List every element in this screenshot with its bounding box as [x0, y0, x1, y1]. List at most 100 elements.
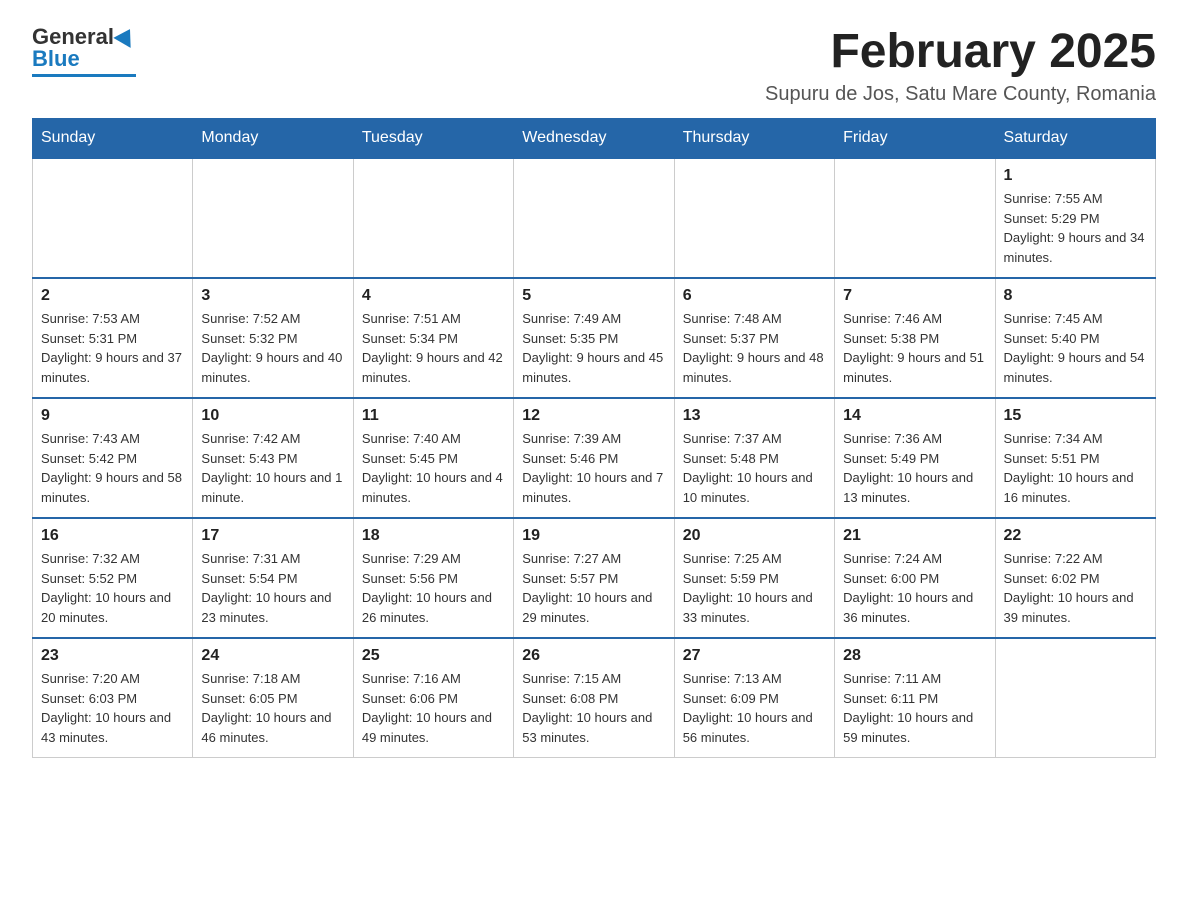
day-info-20: Sunrise: 7:25 AMSunset: 5:59 PMDaylight:…	[683, 549, 826, 627]
table-row: 17 Sunrise: 7:31 AMSunset: 5:54 PMDayligh…	[193, 518, 353, 638]
table-row: 23 Sunrise: 7:20 AMSunset: 6:03 PMDayligh…	[33, 638, 193, 758]
day-info-24: Sunrise: 7:18 AMSunset: 6:05 PMDaylight:…	[201, 669, 344, 747]
header-monday: Monday	[193, 119, 353, 159]
day-info-12: Sunrise: 7:39 AMSunset: 5:46 PMDaylight:…	[522, 429, 665, 507]
day-info-4: Sunrise: 7:51 AMSunset: 5:34 PMDaylight:…	[362, 309, 505, 387]
page-header: General Blue February 2025 Supuru de Jos…	[32, 24, 1156, 106]
weekday-header-row: Sunday Monday Tuesday Wednesday Thursday…	[33, 119, 1156, 159]
day-number-28: 28	[843, 647, 986, 665]
day-number-18: 18	[362, 527, 505, 545]
day-info-5: Sunrise: 7:49 AMSunset: 5:35 PMDaylight:…	[522, 309, 665, 387]
day-info-11: Sunrise: 7:40 AMSunset: 5:45 PMDaylight:…	[362, 429, 505, 507]
header-sunday: Sunday	[33, 119, 193, 159]
day-info-23: Sunrise: 7:20 AMSunset: 6:03 PMDaylight:…	[41, 669, 184, 747]
day-info-6: Sunrise: 7:48 AMSunset: 5:37 PMDaylight:…	[683, 309, 826, 387]
day-info-16: Sunrise: 7:32 AMSunset: 5:52 PMDaylight:…	[41, 549, 184, 627]
table-row	[674, 158, 834, 278]
day-number-25: 25	[362, 647, 505, 665]
day-info-8: Sunrise: 7:45 AMSunset: 5:40 PMDaylight:…	[1004, 309, 1147, 387]
table-row: 9Sunrise: 7:43 AMSunset: 5:42 PMDaylight…	[33, 398, 193, 518]
day-info-17: Sunrise: 7:31 AMSunset: 5:54 PMDaylight:…	[201, 549, 344, 627]
day-number-19: 19	[522, 527, 665, 545]
day-info-25: Sunrise: 7:16 AMSunset: 6:06 PMDaylight:…	[362, 669, 505, 747]
table-row: 26 Sunrise: 7:15 AMSunset: 6:08 PMDayligh…	[514, 638, 674, 758]
table-row	[33, 158, 193, 278]
day-info-22: Sunrise: 7:22 AMSunset: 6:02 PMDaylight:…	[1004, 549, 1147, 627]
table-row: 16 Sunrise: 7:32 AMSunset: 5:52 PMDayligh…	[33, 518, 193, 638]
table-row: 15 Sunrise: 7:34 AMSunset: 5:51 PMDayligh…	[995, 398, 1155, 518]
table-row: 11 Sunrise: 7:40 AMSunset: 5:45 PMDayligh…	[353, 398, 513, 518]
day-info-19: Sunrise: 7:27 AMSunset: 5:57 PMDaylight:…	[522, 549, 665, 627]
table-row	[353, 158, 513, 278]
day-number-15: 15	[1004, 407, 1147, 425]
day-number-2: 2	[41, 287, 184, 305]
table-row: 24 Sunrise: 7:18 AMSunset: 6:05 PMDayligh…	[193, 638, 353, 758]
day-info-18: Sunrise: 7:29 AMSunset: 5:56 PMDaylight:…	[362, 549, 505, 627]
table-row: 19 Sunrise: 7:27 AMSunset: 5:57 PMDayligh…	[514, 518, 674, 638]
day-number-10: 10	[201, 407, 344, 425]
month-title: February 2025	[765, 24, 1156, 79]
header-tuesday: Tuesday	[353, 119, 513, 159]
day-info-10: Sunrise: 7:42 AMSunset: 5:43 PMDaylight:…	[201, 429, 344, 507]
table-row	[995, 638, 1155, 758]
day-info-1: Sunrise: 7:55 AMSunset: 5:29 PMDaylight:…	[1004, 189, 1147, 267]
table-row: 3 Sunrise: 7:52 AMSunset: 5:32 PMDaylight…	[193, 278, 353, 398]
day-info-15: Sunrise: 7:34 AMSunset: 5:51 PMDaylight:…	[1004, 429, 1147, 507]
day-number-26: 26	[522, 647, 665, 665]
day-number-20: 20	[683, 527, 826, 545]
day-number-22: 22	[1004, 527, 1147, 545]
table-row: 6 Sunrise: 7:48 AMSunset: 5:37 PMDaylight…	[674, 278, 834, 398]
table-row: 8 Sunrise: 7:45 AMSunset: 5:40 PMDaylight…	[995, 278, 1155, 398]
day-info-28: Sunrise: 7:11 AMSunset: 6:11 PMDaylight:…	[843, 669, 986, 747]
table-row: 25 Sunrise: 7:16 AMSunset: 6:06 PMDayligh…	[353, 638, 513, 758]
day-number-17: 17	[201, 527, 344, 545]
week-row-1: 2 Sunrise: 7:53 AMSunset: 5:31 PMDaylight…	[33, 278, 1156, 398]
day-number-1: 1	[1004, 167, 1147, 185]
logo-underline	[32, 74, 136, 77]
logo-triangle-icon	[113, 24, 138, 48]
table-row: 21 Sunrise: 7:24 AMSunset: 6:00 PMDayligh…	[835, 518, 995, 638]
week-row-3: 16 Sunrise: 7:32 AMSunset: 5:52 PMDayligh…	[33, 518, 1156, 638]
table-row	[835, 158, 995, 278]
day-info-26: Sunrise: 7:15 AMSunset: 6:08 PMDaylight:…	[522, 669, 665, 747]
header-wednesday: Wednesday	[514, 119, 674, 159]
day-info-27: Sunrise: 7:13 AMSunset: 6:09 PMDaylight:…	[683, 669, 826, 747]
day-number-4: 4	[362, 287, 505, 305]
location-title: Supuru de Jos, Satu Mare County, Romania	[765, 83, 1156, 106]
header-saturday: Saturday	[995, 119, 1155, 159]
day-info-2: Sunrise: 7:53 AMSunset: 5:31 PMDaylight:…	[41, 309, 184, 387]
header-friday: Friday	[835, 119, 995, 159]
header-thursday: Thursday	[674, 119, 834, 159]
table-row: 27 Sunrise: 7:13 AMSunset: 6:09 PMDayligh…	[674, 638, 834, 758]
day-info-21: Sunrise: 7:24 AMSunset: 6:00 PMDaylight:…	[843, 549, 986, 627]
table-row: 18 Sunrise: 7:29 AMSunset: 5:56 PMDayligh…	[353, 518, 513, 638]
day-info-3: Sunrise: 7:52 AMSunset: 5:32 PMDaylight:…	[201, 309, 344, 387]
day-number-21: 21	[843, 527, 986, 545]
day-info-13: Sunrise: 7:37 AMSunset: 5:48 PMDaylight:…	[683, 429, 826, 507]
logo-blue-text: Blue	[32, 46, 80, 72]
table-row: 22 Sunrise: 7:22 AMSunset: 6:02 PMDayligh…	[995, 518, 1155, 638]
table-row: 5Sunrise: 7:49 AMSunset: 5:35 PMDaylight…	[514, 278, 674, 398]
day-number-16: 16	[41, 527, 184, 545]
table-row: 4 Sunrise: 7:51 AMSunset: 5:34 PMDaylight…	[353, 278, 513, 398]
table-row: 2 Sunrise: 7:53 AMSunset: 5:31 PMDaylight…	[33, 278, 193, 398]
day-number-6: 6	[683, 287, 826, 305]
day-number-8: 8	[1004, 287, 1147, 305]
table-row	[193, 158, 353, 278]
day-number-27: 27	[683, 647, 826, 665]
day-number-23: 23	[41, 647, 184, 665]
week-row-4: 23 Sunrise: 7:20 AMSunset: 6:03 PMDayligh…	[33, 638, 1156, 758]
day-number-11: 11	[362, 407, 505, 425]
table-row: 13Sunrise: 7:37 AMSunset: 5:48 PMDayligh…	[674, 398, 834, 518]
day-info-7: Sunrise: 7:46 AMSunset: 5:38 PMDaylight:…	[843, 309, 986, 387]
calendar-table: Sunday Monday Tuesday Wednesday Thursday…	[32, 118, 1156, 758]
logo: General Blue	[32, 24, 136, 77]
week-row-0: 1 Sunrise: 7:55 AMSunset: 5:29 PMDaylight…	[33, 158, 1156, 278]
table-row: 10 Sunrise: 7:42 AMSunset: 5:43 PMDayligh…	[193, 398, 353, 518]
day-number-24: 24	[201, 647, 344, 665]
day-number-14: 14	[843, 407, 986, 425]
table-row: 20 Sunrise: 7:25 AMSunset: 5:59 PMDayligh…	[674, 518, 834, 638]
day-info-14: Sunrise: 7:36 AMSunset: 5:49 PMDaylight:…	[843, 429, 986, 507]
day-number-3: 3	[201, 287, 344, 305]
day-number-9: 9	[41, 407, 184, 425]
